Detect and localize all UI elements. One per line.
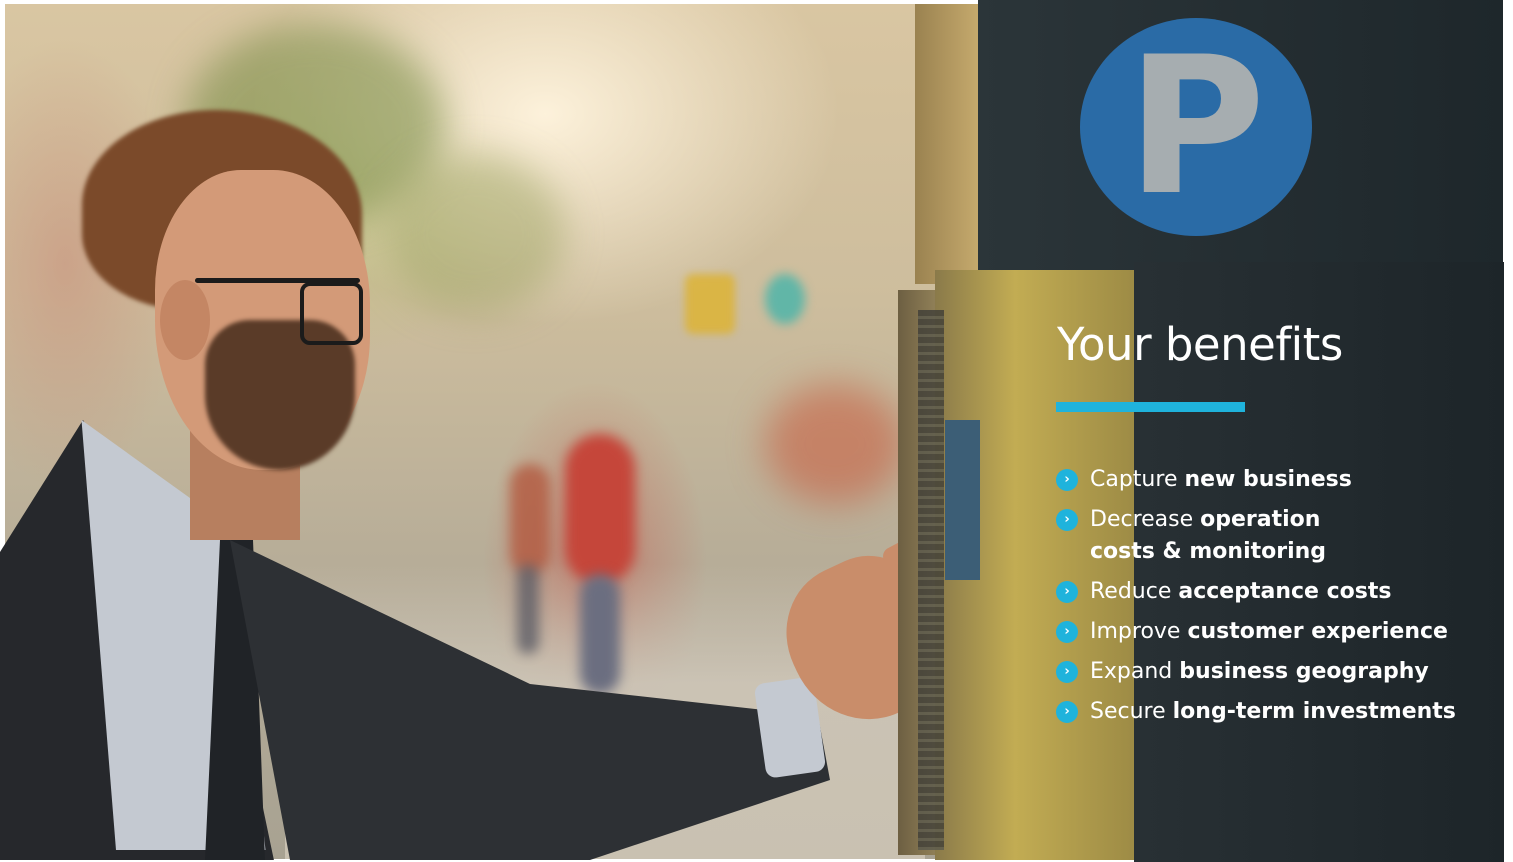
pedestrian-blur — [517, 564, 539, 654]
chevron-right-icon: › — [1056, 509, 1078, 531]
meter-keypad — [918, 310, 944, 850]
chevron-right-icon: › — [1056, 581, 1078, 603]
benefit-bold: new business — [1184, 467, 1352, 492]
benefits-list: › Capture new business › Decrease operat… — [1056, 464, 1456, 736]
meter-top-side — [915, 4, 981, 284]
benefit-item: › Reduce acceptance costs — [1056, 576, 1456, 608]
benefit-bold-line2: costs & monitoring — [1090, 539, 1327, 564]
chevron-right-icon: › — [1056, 701, 1078, 723]
benefits-heading: Your benefits — [1057, 318, 1343, 371]
benefit-bold: acceptance costs — [1178, 579, 1392, 604]
meter-screen — [945, 420, 980, 580]
pedestrian-blur — [510, 464, 550, 574]
chevron-right-icon: › — [1056, 661, 1078, 683]
benefit-prefix: Decrease — [1090, 507, 1201, 532]
pedestrian-blur — [580, 574, 620, 694]
benefit-item: › Secure long-term investments — [1056, 696, 1456, 728]
benefit-bold: long-term investments — [1172, 699, 1456, 724]
chevron-right-icon: › — [1056, 469, 1078, 491]
background-tree-blur — [385, 154, 565, 314]
benefit-item: › Improve customer experience — [1056, 616, 1456, 648]
benefit-item: › Capture new business — [1056, 464, 1456, 496]
benefit-bold: operation — [1200, 507, 1321, 532]
benefit-prefix: Expand — [1090, 659, 1180, 684]
benefit-bold: business geography — [1179, 659, 1429, 684]
benefit-prefix: Reduce — [1090, 579, 1179, 604]
chevron-right-icon: › — [1056, 621, 1078, 643]
benefit-item: › Expand business geography — [1056, 656, 1456, 688]
parking-sign-letter: P — [1126, 16, 1266, 237]
traffic-light-blur — [765, 274, 805, 324]
glasses-lens — [300, 282, 363, 345]
pedestrian-blur — [565, 434, 635, 584]
street-sign-blur — [685, 274, 735, 334]
benefit-prefix: Secure — [1090, 699, 1173, 724]
benefit-prefix: Improve — [1090, 619, 1188, 644]
heading-underline — [1056, 402, 1245, 412]
benefit-item: › Decrease operation costs & monitoring — [1056, 504, 1456, 568]
man-ear — [160, 280, 210, 360]
benefit-prefix: Capture — [1090, 467, 1185, 492]
benefit-bold: customer experience — [1187, 619, 1448, 644]
background-shop-blur — [765, 384, 905, 504]
